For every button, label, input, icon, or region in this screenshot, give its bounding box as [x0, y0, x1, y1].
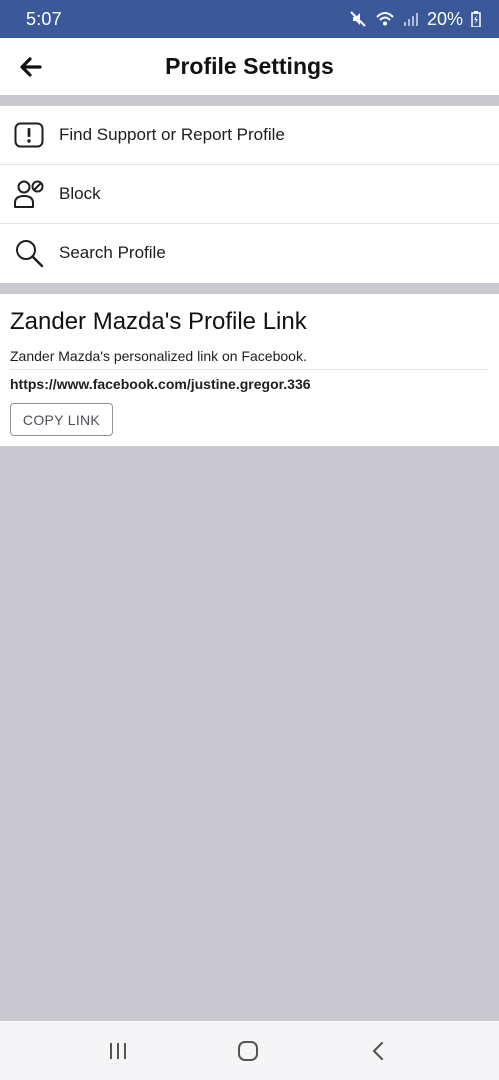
wifi-icon [375, 10, 395, 28]
search-icon [13, 237, 45, 269]
status-icons: 20% [349, 9, 481, 30]
block-user-icon [13, 178, 45, 210]
battery-charging-icon [471, 11, 481, 27]
recent-apps-icon [110, 1043, 126, 1059]
home-icon [238, 1041, 258, 1061]
profile-link-description: Zander Mazda's personalized link on Face… [10, 348, 307, 364]
mute-icon [349, 10, 367, 28]
profile-link-title: Zander Mazda's Profile Link [10, 308, 307, 335]
report-icon [13, 119, 45, 151]
option-label: Find Support or Report Profile [59, 125, 285, 144]
option-search-profile[interactable]: Search Profile [0, 224, 499, 282]
arrow-left-icon [20, 57, 42, 77]
status-time: 5:07 [26, 8, 62, 29]
divider [10, 369, 488, 370]
system-nav-bar [0, 1021, 499, 1080]
profile-link-url[interactable]: https://www.facebook.com/justine.gregor.… [10, 376, 311, 392]
options-list: Find Support or Report Profile Block Sea… [0, 106, 499, 283]
option-label: Search Profile [59, 243, 166, 262]
back-icon [372, 1041, 384, 1061]
signal-icon [403, 11, 419, 27]
battery-text: 20% [426, 8, 463, 29]
copy-link-button[interactable]: COPY LINK [10, 403, 113, 436]
page-title: Profile Settings [165, 53, 334, 79]
system-back-button[interactable] [362, 1035, 394, 1067]
back-button[interactable] [14, 50, 48, 84]
app-header: Profile Settings [0, 38, 499, 95]
profile-link-card: Zander Mazda's Profile Link Zander Mazda… [0, 294, 499, 446]
option-label: Block [59, 184, 101, 203]
option-block[interactable]: Block [0, 165, 499, 224]
recent-apps-button[interactable] [102, 1035, 134, 1067]
status-bar: 5:07 20% [0, 0, 499, 38]
home-button[interactable] [232, 1035, 264, 1067]
option-find-support[interactable]: Find Support or Report Profile [0, 106, 499, 165]
